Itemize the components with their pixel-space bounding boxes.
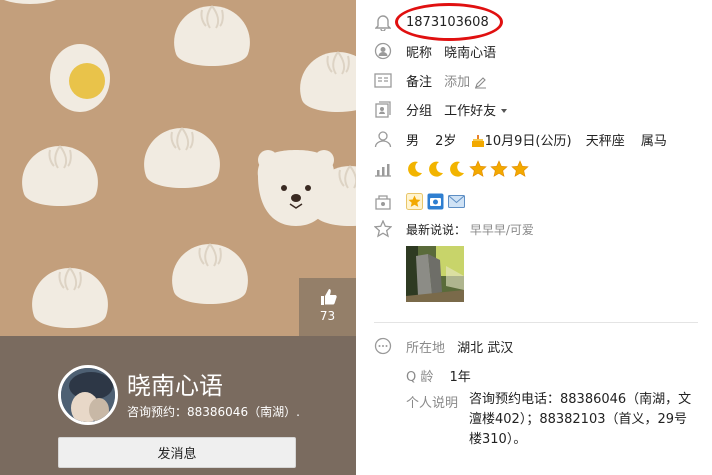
group-row: 分组 工作好友 xyxy=(356,96,712,122)
section-divider xyxy=(374,322,698,323)
location-value: 湖北 武汉 xyxy=(457,340,514,356)
basic-info-row: 男 2岁 10月9日(公历) 天秤座 属马 xyxy=(356,126,712,152)
status-row xyxy=(356,188,712,214)
age: 2岁 xyxy=(435,133,457,149)
chinese-zodiac: 属马 xyxy=(640,133,667,149)
avatar-image xyxy=(61,368,115,422)
highlight-oval xyxy=(395,3,503,41)
more-icon xyxy=(374,337,392,355)
star-outline-icon xyxy=(374,220,392,238)
add-note-text: 添加 xyxy=(444,74,471,90)
like-button[interactable]: 73 xyxy=(299,278,356,336)
moon-icon xyxy=(450,161,464,177)
thumbs-up-icon xyxy=(320,289,337,305)
user-circle-icon xyxy=(374,42,392,60)
star-icon xyxy=(469,160,487,177)
mail-icon[interactable] xyxy=(448,194,465,209)
location-label: 所在地 xyxy=(406,340,446,356)
moon-icon xyxy=(429,161,443,177)
location-row: 所在地 湖北 武汉 xyxy=(356,333,712,359)
star-icon xyxy=(490,160,508,177)
add-note-link[interactable]: 添加 xyxy=(444,75,487,90)
note-label: 备注 xyxy=(406,74,433,90)
moon-icon xyxy=(408,161,422,177)
qage-label: Q 龄 xyxy=(406,369,434,385)
card-icon xyxy=(374,71,392,89)
nickname-row: 昵称 晓南心语 xyxy=(356,38,712,64)
star-badge-icon[interactable] xyxy=(406,192,423,210)
send-message-button[interactable]: 发消息 xyxy=(58,437,296,468)
group-icon xyxy=(374,100,392,118)
birthday: 10月9日(公历) xyxy=(484,133,572,149)
level-row xyxy=(356,156,712,182)
group-dropdown[interactable]: 工作好友 xyxy=(444,104,508,119)
info-panel: 1873103608 昵称 晓南心语 备注 添加 分组 工作好友 男 2岁 10… xyxy=(356,0,712,475)
group-label: 分组 xyxy=(406,103,433,119)
cake-icon xyxy=(471,135,484,147)
note-row: 备注 添加 xyxy=(356,67,712,93)
qage-value: 1年 xyxy=(449,369,471,385)
camera-icon[interactable] xyxy=(427,193,444,210)
qage-row: Q 龄 1年 xyxy=(356,362,712,388)
group-value: 工作好友 xyxy=(444,103,497,119)
pencil-icon xyxy=(475,76,487,89)
latest-post-link[interactable]: 早早早/可爱 xyxy=(470,223,534,237)
level-icons[interactable] xyxy=(406,160,532,178)
latest-post-row: 最新说说： 早早早/可爱 xyxy=(356,216,712,242)
level-chart-icon xyxy=(374,160,392,178)
profile-card: 晓南心语 咨询预约：88386046（南湖）. 发消息 xyxy=(0,336,356,475)
cover-panel: 73 晓南心语 咨询预约：88386046（南湖）. 发消息 xyxy=(0,0,356,475)
zodiac: 天秤座 xyxy=(585,133,625,149)
cover-display-name: 晓南心语 xyxy=(127,372,223,400)
bio-label: 个人说明 xyxy=(406,396,459,411)
avatar[interactable] xyxy=(58,365,118,425)
cover-subtitle: 咨询预约：88386046（南湖）. xyxy=(127,405,300,419)
bio-value: 咨询预约电话：88386046（南湖，文澶楼402）；88382103（首义，2… xyxy=(469,392,692,447)
star-icon xyxy=(511,160,529,177)
nickname-label: 昵称 xyxy=(406,45,433,61)
latest-post-label: 最新说说： xyxy=(406,222,467,237)
bell-icon xyxy=(374,13,392,31)
person-icon xyxy=(374,130,392,148)
badge-icon xyxy=(374,192,392,210)
caret-down-icon xyxy=(501,109,508,113)
gender: 男 xyxy=(406,133,420,149)
nickname-value: 晓南心语 xyxy=(444,45,497,61)
like-count: 73 xyxy=(319,309,336,323)
post-thumbnail[interactable] xyxy=(406,246,464,302)
